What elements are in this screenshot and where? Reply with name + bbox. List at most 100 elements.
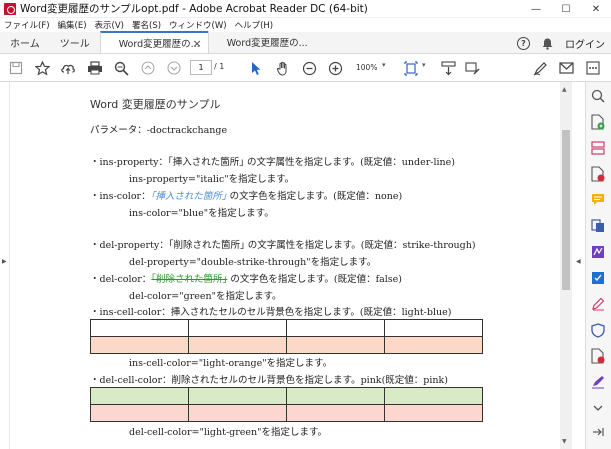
notification-bell-icon[interactable]: [542, 38, 553, 50]
table-cell: [90, 319, 189, 337]
tab-document-inactive[interactable]: Word変更履歴の...: [207, 31, 316, 53]
table-cell-deleted: [286, 387, 385, 405]
maximize-button[interactable]: ☐: [551, 0, 581, 18]
menu-file[interactable]: ファイル(F): [0, 19, 54, 31]
ins-cell-value: ins-cell-color="light-orange"を指定します。: [129, 358, 333, 369]
more-tools-icon[interactable]: [585, 60, 601, 76]
optimize-pdf-icon[interactable]: [590, 348, 606, 364]
table-cell: [384, 319, 483, 337]
ins-color-desc: ・ins-color：｢挿入された箇所｣ の文字色を指定します。(既定値：non…: [90, 188, 402, 202]
scroll-up-icon[interactable]: ▲: [562, 86, 567, 93]
table-row: [90, 319, 483, 337]
menu-bar: ファイル(F) 編集(E) 表示(V) 署名(S) ウィンドウ(W) ヘルプ(H…: [0, 18, 611, 32]
zoom-out-icon[interactable]: [301, 60, 317, 76]
create-pdf-icon[interactable]: [590, 114, 606, 130]
table-cell: [286, 319, 385, 337]
search-pane-icon[interactable]: [590, 88, 606, 104]
tab-bar: ホーム ツール Word変更履歴の... × Word変更履歴の... ? ログ…: [0, 31, 611, 54]
tab-close-icon[interactable]: ×: [192, 37, 201, 50]
del-cell-table: [90, 387, 483, 422]
scroll-mode-icon[interactable]: [440, 60, 456, 76]
table-cell-inserted: [90, 336, 189, 354]
del-cell-value: del-cell-color="light-green"を指定します。: [129, 427, 328, 438]
edit-pdf-icon[interactable]: [590, 296, 606, 312]
fit-dropdown-icon[interactable]: ▾: [422, 61, 426, 69]
request-signature-icon[interactable]: [590, 374, 606, 390]
table-row-deleted: [90, 387, 483, 405]
export-pdf-icon[interactable]: [590, 166, 606, 182]
page-number-input[interactable]: 1: [190, 60, 212, 75]
cloud-upload-icon[interactable]: [60, 60, 76, 76]
save-icon[interactable]: [8, 60, 24, 76]
help-icon[interactable]: ?: [517, 36, 530, 50]
pane-collapse-down-icon[interactable]: [590, 400, 606, 416]
send-for-signature-icon[interactable]: [590, 244, 606, 260]
login-button[interactable]: ログイン: [565, 36, 605, 51]
left-navigation-pane[interactable]: [0, 82, 10, 449]
combine-files-icon[interactable]: [590, 218, 606, 234]
scrollbar-thumb[interactable]: [562, 130, 570, 290]
ins-property-desc: ・ins-property：｢挿入された箇所｣ の文字属性を指定します。(既定値…: [90, 157, 456, 168]
ins-cell-table: [90, 319, 483, 354]
del-color-prefix: ・del-color：: [90, 274, 152, 285]
fit-page-icon[interactable]: [404, 60, 420, 76]
table-cell-inserted: [384, 336, 483, 354]
ins-color-value: ins-color="blue"を指定します。: [129, 208, 274, 219]
search-zoom-icon[interactable]: [113, 60, 129, 76]
table-cell: [286, 404, 385, 422]
tab-document-label: Word変更履歴の...: [118, 39, 200, 50]
tools-pane: [585, 82, 611, 449]
menu-view[interactable]: 表示(V): [91, 19, 128, 31]
hand-tool-icon[interactable]: [275, 60, 291, 76]
ins-color-suffix: の文字色を指定します。(既定値：none): [226, 191, 403, 202]
minimize-button[interactable]: —: [521, 0, 551, 18]
zoom-dropdown-icon[interactable]: ▾: [382, 61, 386, 69]
del-color-value: del-color="green"を指定します。: [129, 291, 282, 302]
del-color-desc: ・del-color：｢削除された箇所｣ の文字色を指定します。(既定値：fal…: [90, 271, 402, 285]
ins-cell-desc: ・ins-cell-color：挿入されたセルのセル背景色を指定します。(既定値…: [90, 307, 452, 318]
table-cell: [384, 404, 483, 422]
table-row-inserted: [90, 336, 483, 354]
deleted-text-sample: ｢削除された箇所｣: [151, 274, 228, 285]
ins-property-value: ins-property="italic"を指定します。: [129, 174, 295, 185]
bookmark-star-icon[interactable]: [34, 60, 50, 76]
scroll-down-icon[interactable]: ▼: [562, 438, 567, 445]
print-icon[interactable]: [87, 60, 103, 76]
expand-left-pane-icon[interactable]: ▶: [2, 258, 7, 265]
comment-pen-icon[interactable]: [464, 60, 480, 76]
window-controls: — ☐ ✕: [521, 0, 611, 18]
del-property-value: del-property="double-strike-through"を指定し…: [129, 257, 377, 268]
menu-edit[interactable]: 編集(E): [54, 19, 91, 31]
comment-icon[interactable]: [590, 192, 606, 208]
table-cell-inserted: [188, 336, 287, 354]
tab-tools[interactable]: ツール: [50, 31, 100, 53]
title-bar: Word変更履歴のサンプルopt.pdf - Adobe Acrobat Rea…: [0, 0, 611, 18]
tab-document-active[interactable]: Word変更履歴の... ×: [99, 31, 208, 53]
table-cell: [90, 404, 189, 422]
right-collapse-strip: [572, 82, 585, 449]
next-page-icon[interactable]: [166, 60, 182, 76]
organize-pages-icon[interactable]: [590, 140, 606, 156]
inserted-text-sample: ｢挿入された箇所｣: [150, 191, 227, 202]
param-line: パラメータ：-doctrackchange: [90, 125, 228, 136]
close-window-button[interactable]: ✕: [581, 0, 611, 18]
fill-sign-icon[interactable]: [590, 270, 606, 286]
mail-icon[interactable]: [558, 60, 574, 76]
pane-hide-arrow-icon[interactable]: [590, 424, 606, 440]
zoom-in-icon[interactable]: [327, 60, 343, 76]
menu-help[interactable]: ヘルプ(H): [231, 19, 278, 31]
protect-shield-icon[interactable]: [590, 322, 606, 338]
window-title: Word変更履歴のサンプルopt.pdf - Adobe Acrobat Rea…: [20, 3, 368, 15]
menu-sign[interactable]: 署名(S): [128, 19, 165, 31]
table-cell-deleted: [188, 387, 287, 405]
previous-page-icon[interactable]: [140, 60, 156, 76]
tab-document-label: Word変更履歴の...: [226, 38, 308, 49]
table-row: [90, 404, 483, 422]
menu-window[interactable]: ウィンドウ(W): [165, 19, 231, 31]
table-cell-deleted: [90, 387, 189, 405]
collapse-right-pane-icon[interactable]: ◀: [576, 258, 581, 265]
toolbar: 1 / 1 100% ▾ ▾: [0, 54, 611, 82]
sign-pen-icon[interactable]: [532, 60, 548, 76]
tab-home[interactable]: ホーム: [0, 31, 50, 53]
select-cursor-icon[interactable]: [248, 60, 264, 76]
